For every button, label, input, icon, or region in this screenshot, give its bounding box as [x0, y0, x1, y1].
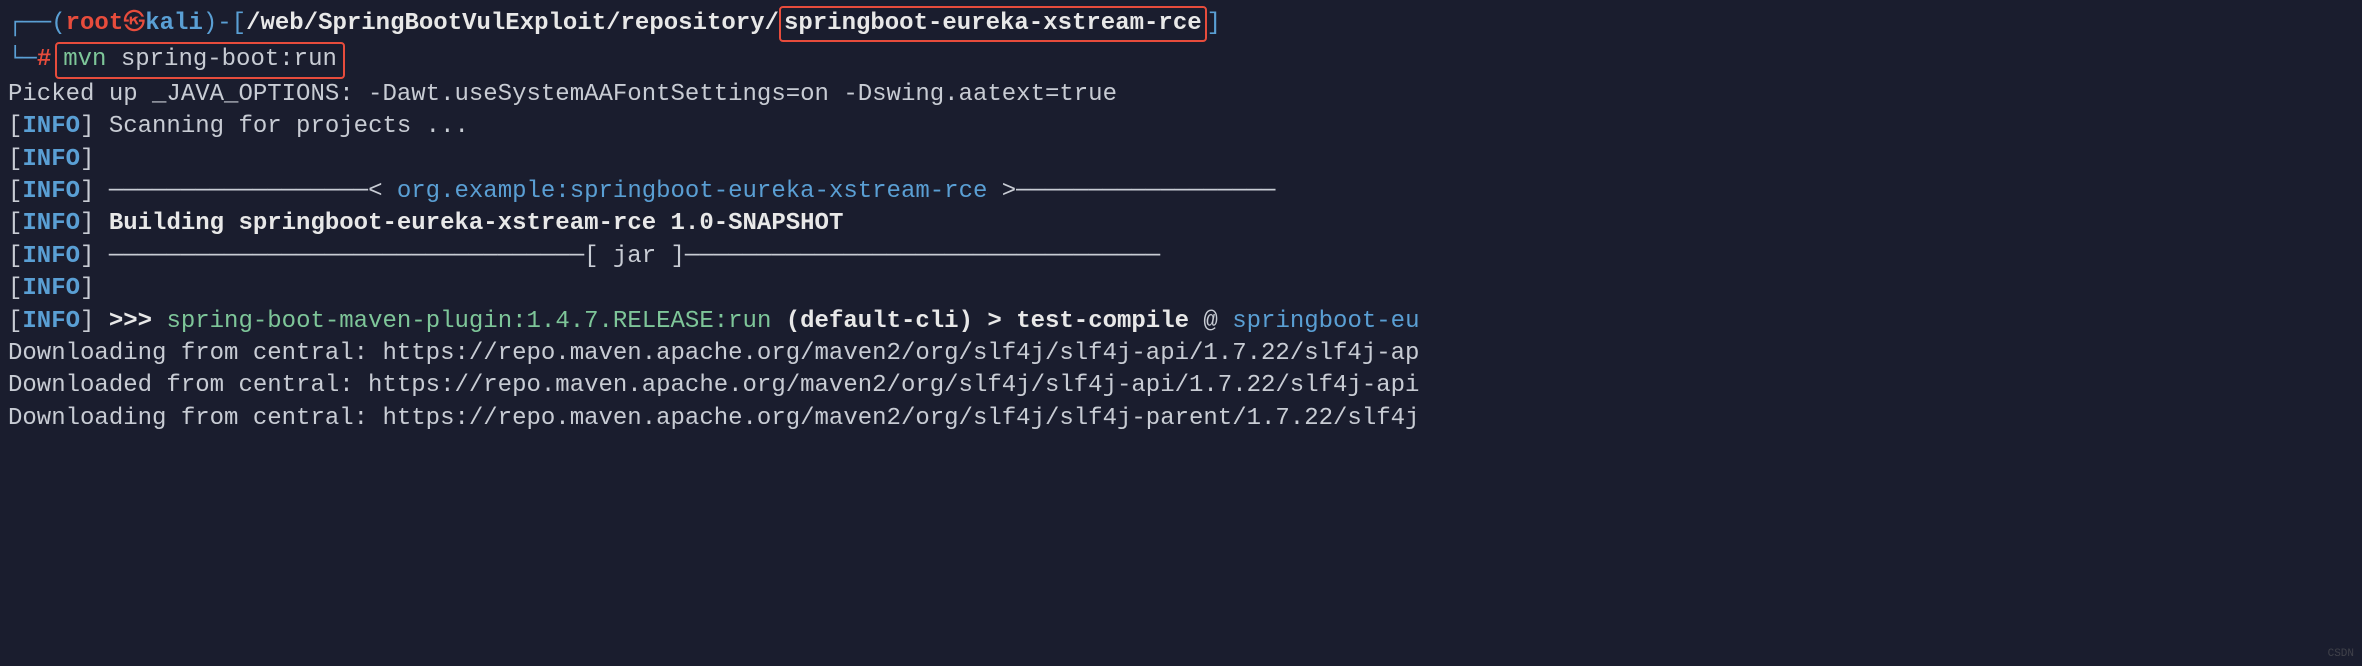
path-prefix: /web/SpringBootVulExploit/repository/	[246, 8, 779, 40]
branch-prefix-2: └─	[8, 44, 37, 76]
plugin-text: spring-boot-maven-plugin:1.4.7.RELEASE:r…	[152, 308, 786, 335]
info-tag: INFO	[22, 113, 80, 140]
output-java-options: Picked up _JAVA_OPTIONS: -Dawt.useSystem…	[8, 79, 2354, 111]
command-highlight: mvn spring-boot:run	[55, 42, 345, 78]
output-info-blank-2: [INFO]	[8, 273, 2354, 305]
output-project-header: [INFO] ──────────────────< org.example:s…	[8, 176, 2354, 208]
prompt-line-2: └─#mvn spring-boot:run	[8, 42, 2354, 78]
bracket-close: ]	[1207, 8, 1221, 40]
at: @	[1189, 308, 1232, 335]
output-scanning: [INFO] Scanning for projects ...	[8, 111, 2354, 143]
cmd-mvn: mvn	[63, 46, 106, 73]
output-building: [INFO] Building springboot-eureka-xstrea…	[8, 208, 2354, 240]
sep-left: ──────────────────<	[94, 178, 396, 205]
output-plugin: [INFO] >>> spring-boot-maven-plugin:1.4.…	[8, 306, 2354, 338]
paren-close: )	[203, 8, 217, 40]
branch-prefix: ┌──(	[8, 8, 66, 40]
project-short: springboot-eu	[1232, 308, 1419, 335]
watermark: CSDN	[2328, 647, 2354, 662]
dash: -	[217, 8, 231, 40]
bracket-open: [	[232, 8, 246, 40]
output-jar: [INFO] ─────────────────────────────────…	[8, 241, 2354, 273]
terminal-output[interactable]: ┌──(root㉿kali)-[/web/SpringBootVulExploi…	[8, 6, 2354, 435]
scanning-text: Scanning for projects ...	[94, 113, 468, 140]
host: kali	[145, 8, 203, 40]
hash: #	[37, 44, 51, 76]
default-cli: (default-cli) > test-compile	[786, 308, 1189, 335]
output-info-blank-1: [INFO]	[8, 144, 2354, 176]
project-name: org.example:springboot-eureka-xstream-rc…	[397, 178, 988, 205]
sep-right: >──────────────────	[987, 178, 1275, 205]
prompt-line-1: ┌──(root㉿kali)-[/web/SpringBootVulExploi…	[8, 6, 2354, 42]
jar-line: ─────────────────────────────────[ jar ]…	[94, 243, 1160, 270]
user: root	[66, 8, 124, 40]
folder-highlight: springboot-eureka-xstream-rce	[779, 6, 1207, 42]
output-download-1: Downloading from central: https://repo.m…	[8, 338, 2354, 370]
output-download-2: Downloaded from central: https://repo.ma…	[8, 370, 2354, 402]
output-download-3: Downloading from central: https://repo.m…	[8, 403, 2354, 435]
skull-icon: ㉿	[123, 9, 145, 39]
building-text: Building springboot-eureka-xstream-rce 1…	[109, 210, 844, 237]
arrows: >>>	[109, 308, 152, 335]
cmd-args: spring-boot:run	[106, 46, 336, 73]
